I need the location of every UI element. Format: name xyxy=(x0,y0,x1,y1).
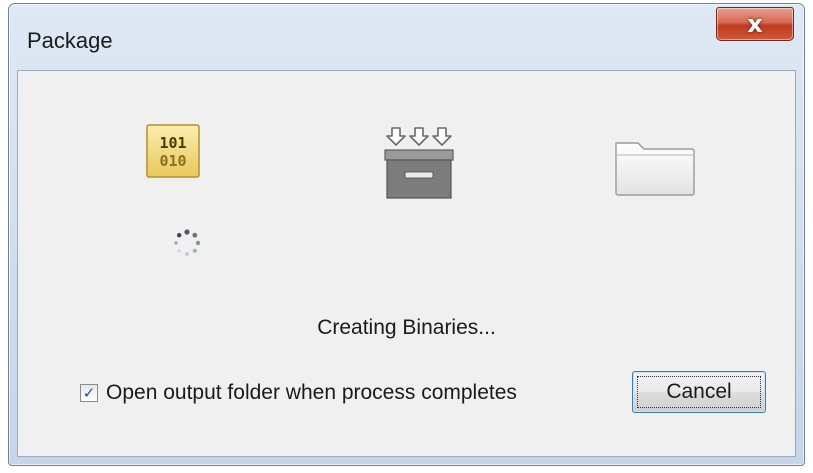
busy-spinner-icon xyxy=(174,229,201,256)
binary-file-icon: 101 010 xyxy=(146,124,200,178)
focus-rectangle xyxy=(637,376,761,408)
folder-icon xyxy=(615,142,695,196)
binary-glyph-bottom: 010 xyxy=(159,152,186,170)
close-icon: x xyxy=(747,10,763,38)
dialog-body: 101 010 Creating Binaries... ✓ Open outp… xyxy=(17,70,796,457)
package-dialog: Package x 101 010 Creating Binaries... ✓… xyxy=(8,3,805,466)
open-folder-checkbox[interactable]: ✓ xyxy=(80,384,98,402)
close-button[interactable]: x xyxy=(716,7,794,41)
binary-glyph-top: 101 xyxy=(159,134,186,152)
status-text: Creating Binaries... xyxy=(317,316,496,339)
checkmark-icon: ✓ xyxy=(82,383,96,402)
open-folder-label[interactable]: Open output folder when process complete… xyxy=(106,381,517,405)
cancel-button[interactable]: Cancel xyxy=(632,371,766,413)
title-bar[interactable]: Package x xyxy=(9,4,804,74)
open-folder-option[interactable]: ✓ Open output folder when process comple… xyxy=(80,378,517,408)
archive-box-icon xyxy=(384,127,454,199)
window-title: Package xyxy=(27,28,113,53)
